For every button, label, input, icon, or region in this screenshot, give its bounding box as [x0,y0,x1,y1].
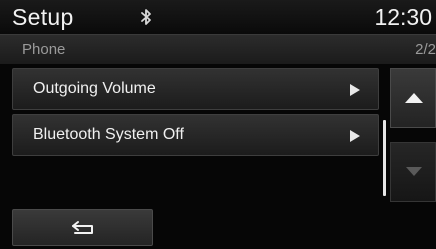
page-indicator: 2/2 [415,41,436,58]
menu-item-label: Bluetooth System Off [33,126,184,143]
scroll-down-icon [406,167,422,176]
bluetooth-icon [141,9,151,25]
screen-title: Setup [12,4,74,30]
scroll-up-icon [405,93,423,103]
back-icon [72,221,93,234]
play-arrow-icon [350,130,360,142]
head-unit-screen: Setup 12:30 Phone 2/2 Outgoing Volume Bl… [0,0,436,249]
play-arrow-icon [350,84,360,96]
menu-item-bluetooth-system-off[interactable]: Bluetooth System Off [12,114,379,156]
scroll-down-button[interactable] [390,142,436,202]
scroll-up-button[interactable] [390,68,436,128]
status-bar: Setup 12:30 [0,0,436,34]
section-title: Phone [22,41,66,58]
menu-item-outgoing-volume[interactable]: Outgoing Volume [12,68,379,110]
clock: 12:30 [374,4,432,30]
menu-item-label: Outgoing Volume [33,80,156,97]
scrollbar[interactable] [383,120,386,196]
section-header: Phone 2/2 [0,34,436,64]
back-button[interactable] [12,209,153,246]
